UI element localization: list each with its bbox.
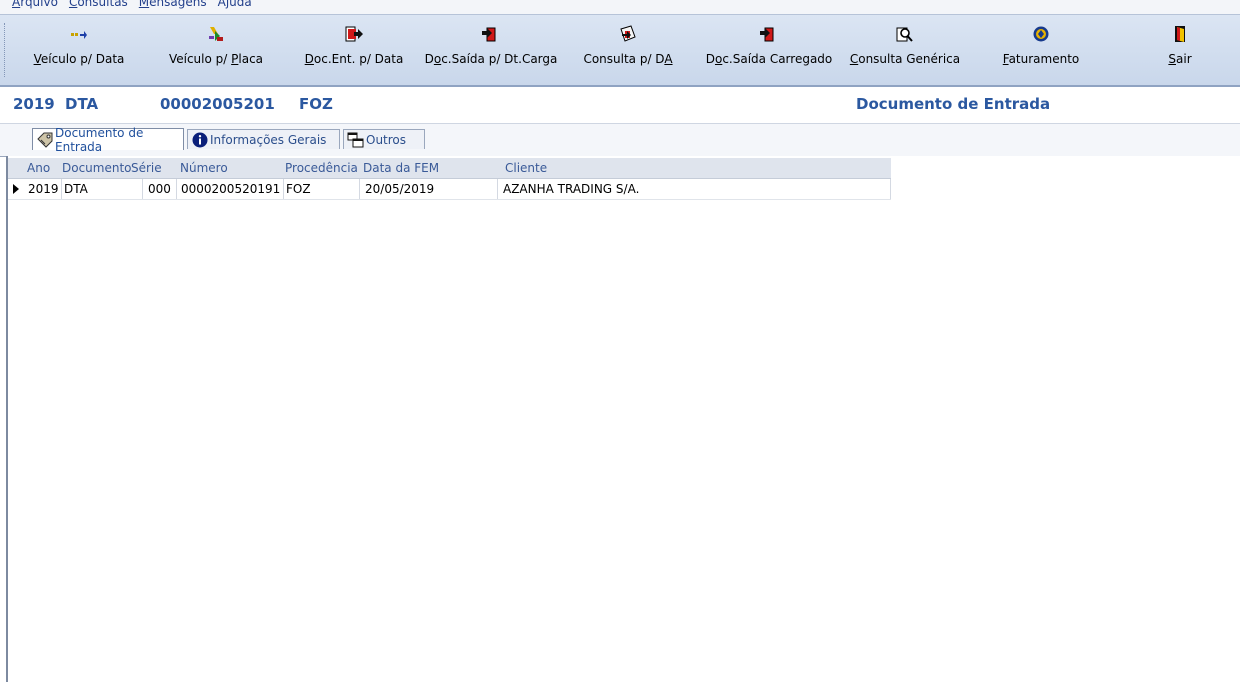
column-ano[interactable]: Ano (27, 161, 50, 175)
column-serie[interactable]: Série (131, 161, 162, 175)
tab-outros[interactable]: Outros (343, 129, 425, 149)
tab-informacoes-gerais[interactable]: Informações Gerais (187, 129, 340, 149)
cell-cliente: AZANHA TRADING S/A. (503, 182, 640, 196)
current-row-indicator-icon (13, 184, 19, 194)
billing-icon (1029, 23, 1053, 45)
doc-entry-by-date-button[interactable]: Doc.Ent. p/ Data (303, 23, 405, 79)
documents-grid: Ano Documento Série Número Procedência D… (8, 158, 891, 200)
generic-query-icon (893, 23, 917, 45)
header-year: 2019 (13, 95, 55, 113)
windows-icon (347, 132, 365, 148)
table-row[interactable]: 2019 DTA 000 0000200520191 FOZ 20/05/201… (8, 179, 891, 200)
tab-bar: Documento de Entrada Informações Gerais … (0, 124, 1240, 157)
doc-exit-loaded-button[interactable]: Doc.Saída Carregado (702, 23, 836, 79)
page-title: Documento de Entrada (856, 95, 1051, 113)
grid-panel: Ano Documento Série Número Procedência D… (6, 156, 1240, 682)
column-data-fem[interactable]: Data da FEM (363, 161, 439, 175)
menu-consultas[interactable]: Consultas (69, 0, 128, 10)
cell-procedencia: FOZ (286, 182, 311, 196)
query-da-icon (616, 23, 640, 45)
doc-exit-load-date-icon (479, 23, 503, 45)
cell-numero: 0000200520191 (181, 182, 281, 196)
menu-arquivo[interactable]: Arquivo (12, 0, 58, 10)
menu-bar: Arquivo Consultas Mensagens Ajuda (0, 0, 1240, 14)
header-origin: FOZ (299, 95, 333, 113)
tab-label: Outros (366, 132, 407, 147)
vehicle-plate-icon (204, 23, 228, 45)
query-by-da-button[interactable]: Consulta p/ DA (580, 23, 676, 79)
menu-mensagens[interactable]: Mensagens (139, 0, 207, 10)
vehicle-date-icon (67, 23, 91, 45)
column-numero[interactable]: Número (180, 161, 228, 175)
cell-data-fem: 20/05/2019 (365, 182, 435, 196)
tab-label: Documento de Entrada (55, 125, 144, 154)
toolbar-gripper[interactable] (4, 23, 8, 77)
menu-ajuda[interactable]: Ajuda (218, 0, 252, 10)
info-icon (191, 132, 209, 148)
column-documento[interactable]: Documento (62, 161, 132, 175)
billing-button[interactable]: Faturamento (998, 23, 1084, 79)
toolbar: Veículo p/ Data Veículo p/ Placa Doc.Ent… (0, 14, 1240, 87)
header-number: 00002005201 (160, 95, 275, 113)
exit-door-icon (1168, 23, 1192, 45)
cell-ano: 2019 (28, 182, 59, 196)
vehicle-by-plate-button[interactable]: Veículo p/ Placa (164, 23, 268, 79)
exit-button[interactable]: Sair (1160, 23, 1200, 79)
cell-serie: 000 (148, 182, 171, 196)
document-header: 2019 DTA 00002005201 FOZ Documento de En… (0, 87, 1240, 124)
document-tag-icon (36, 132, 54, 148)
cell-documento: DTA (64, 182, 88, 196)
generic-query-button[interactable]: Consulta Genérica (845, 23, 965, 79)
column-cliente[interactable]: Cliente (505, 161, 547, 175)
column-procedencia[interactable]: Procedência (285, 161, 358, 175)
tab-documento-de-entrada[interactable]: Documento de Entrada (32, 126, 184, 154)
vehicle-by-date-button[interactable]: Veículo p/ Data (30, 23, 128, 79)
grid-header: Ano Documento Série Número Procedência D… (8, 158, 891, 179)
doc-entry-date-icon (342, 23, 366, 45)
doc-exit-loaded-icon (757, 23, 781, 45)
tab-label: Informações Gerais (210, 132, 327, 147)
doc-exit-by-load-date-button[interactable]: Doc.Saída p/ Dt.Carga (422, 23, 560, 79)
header-doc-type: DTA (65, 95, 99, 113)
